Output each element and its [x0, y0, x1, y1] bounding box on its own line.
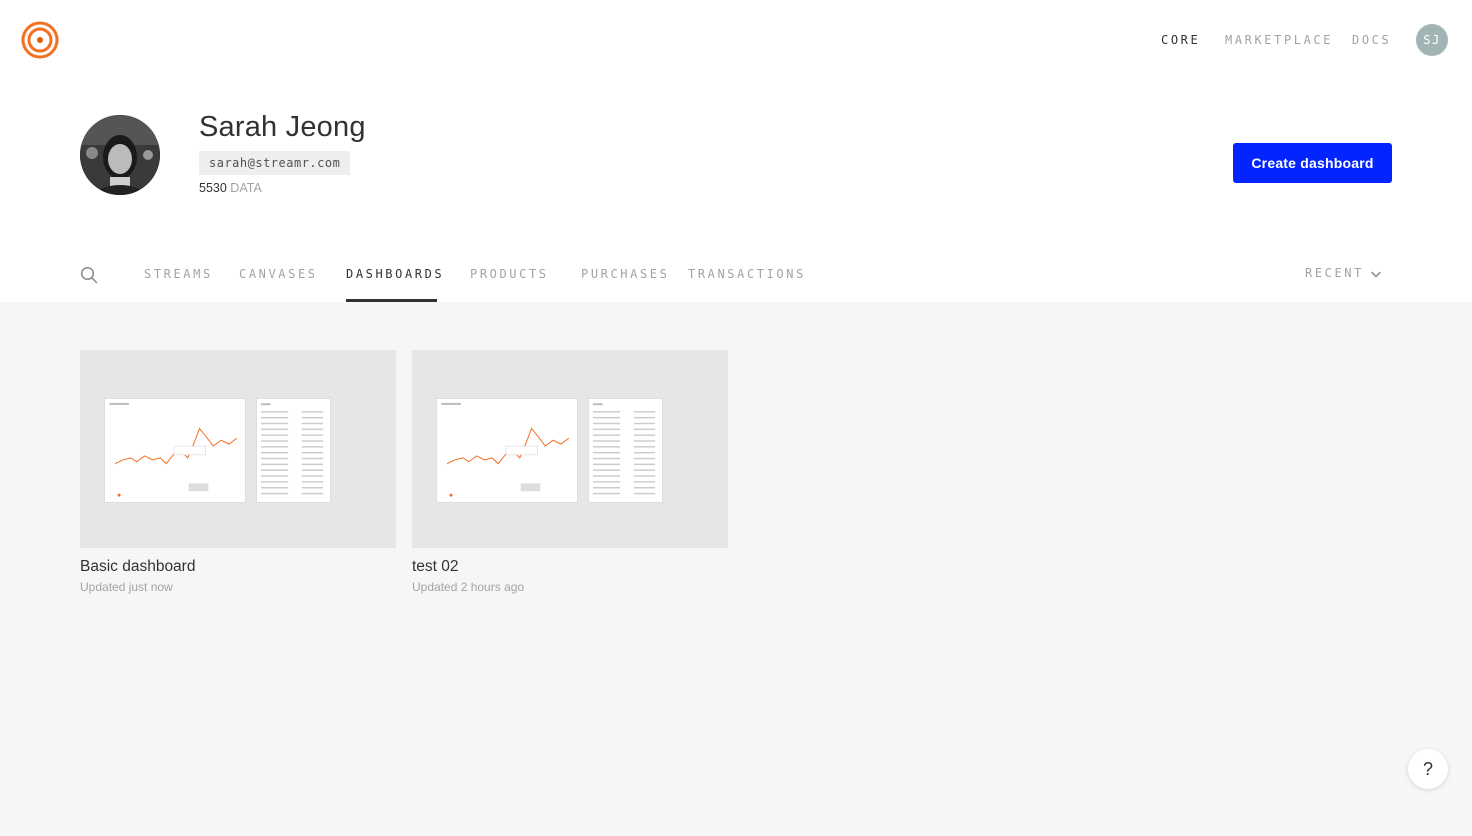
balance-value: 5530: [199, 181, 227, 195]
chart-module-preview: [104, 398, 246, 503]
help-button[interactable]: ?: [1408, 749, 1448, 789]
sort-dropdown[interactable]: RECENT: [1305, 266, 1364, 280]
tab-canvases[interactable]: CANVASES: [239, 267, 318, 281]
create-dashboard-button[interactable]: Create dashboard: [1233, 143, 1392, 183]
dashboard-updated: Updated 2 hours ago: [412, 580, 525, 594]
table-module-preview: [588, 398, 663, 503]
tab-products[interactable]: PRODUCTS: [470, 267, 549, 281]
active-tab-indicator: [346, 299, 437, 302]
dashboard-updated: Updated just now: [80, 580, 173, 594]
dashboard-title[interactable]: Basic dashboard: [80, 558, 396, 576]
dashboard-thumbnail[interactable]: [80, 350, 396, 548]
profile-photo: [80, 115, 160, 195]
nav-marketplace[interactable]: MARKETPLACE: [1225, 33, 1333, 47]
streamr-logo-icon[interactable]: [19, 19, 61, 61]
chart-module-preview: [436, 398, 578, 503]
nav-core[interactable]: CORE: [1161, 33, 1200, 47]
tab-purchases[interactable]: PURCHASES: [581, 267, 669, 281]
dashboard-card[interactable]: Basic dashboard Updated just now: [80, 350, 396, 594]
dashboard-thumbnail[interactable]: [412, 350, 728, 548]
user-avatar[interactable]: SJ: [1416, 24, 1448, 56]
profile-name: Sarah Jeong: [199, 111, 366, 143]
balance-unit: DATA: [230, 181, 262, 195]
dashboard-title[interactable]: test 02: [412, 558, 728, 576]
table-module-preview: [256, 398, 331, 503]
search-icon[interactable]: [80, 266, 98, 284]
data-balance: 5530 DATA: [199, 181, 262, 195]
tab-transactions[interactable]: TRANSACTIONS: [688, 267, 806, 281]
nav-docs[interactable]: DOCS: [1352, 33, 1391, 47]
tab-streams[interactable]: STREAMS: [144, 267, 213, 281]
profile-email: sarah@streamr.com: [199, 151, 351, 175]
tab-dashboards[interactable]: DASHBOARDS: [346, 267, 444, 281]
dashboard-card[interactable]: test 02 Updated 2 hours ago: [412, 350, 728, 594]
chevron-down-icon[interactable]: [1370, 268, 1382, 280]
profile-portrait-image: [80, 115, 160, 195]
